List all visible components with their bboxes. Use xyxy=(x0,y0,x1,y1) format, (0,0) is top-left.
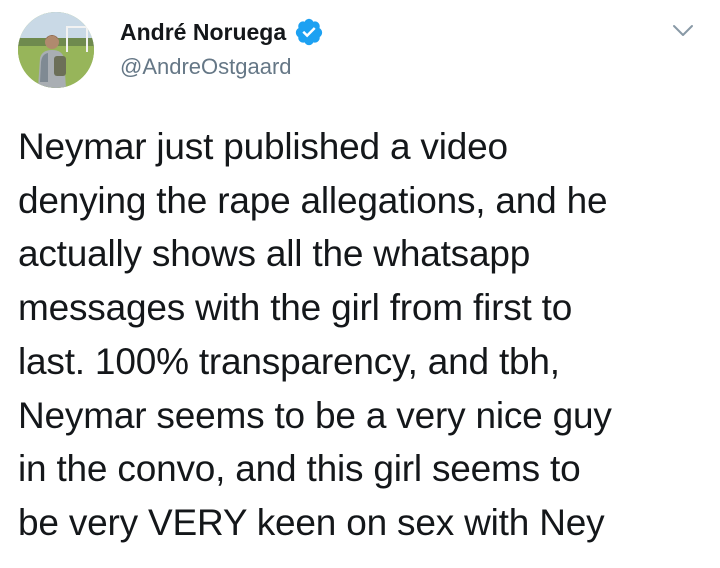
tweet-menu-button[interactable] xyxy=(666,14,700,48)
avatar-photo-icon xyxy=(18,12,94,88)
author-avatar[interactable] xyxy=(18,12,94,88)
author-name-row: André Noruega xyxy=(120,16,324,48)
tweet-body-text: Neymar just published a video denying th… xyxy=(18,126,612,543)
verified-badge-icon xyxy=(294,17,324,47)
author-handle[interactable]: @AndreOstgaard xyxy=(120,54,292,80)
author-display-name[interactable]: André Noruega xyxy=(120,19,286,46)
tweet-card: André Noruega @AndreOstgaard Neymar just… xyxy=(0,0,720,568)
chevron-down-icon xyxy=(673,25,693,36)
